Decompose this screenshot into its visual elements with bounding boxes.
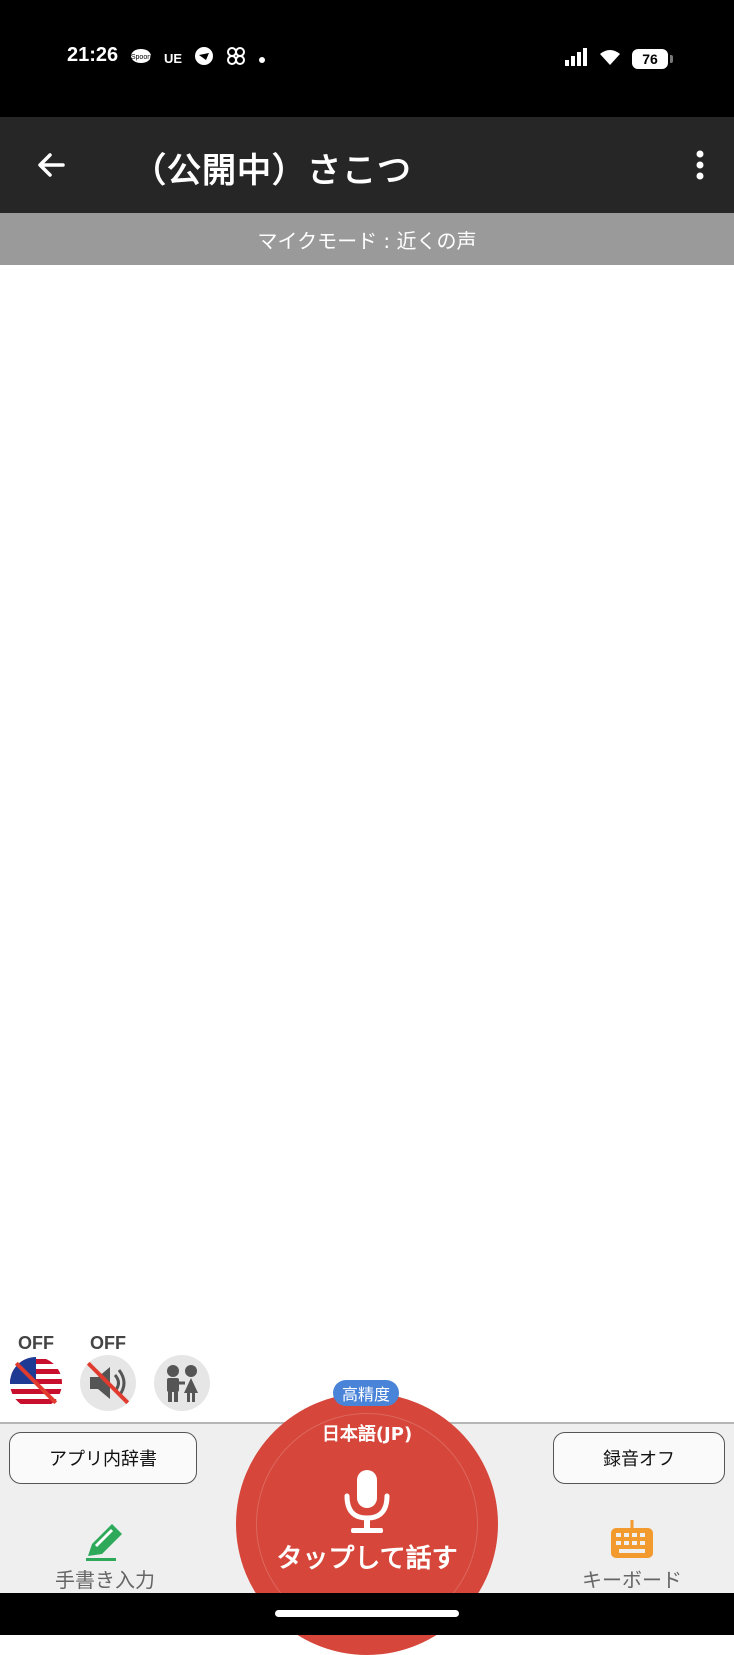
svg-text:Spoon: Spoon bbox=[131, 54, 151, 61]
mic-mode-bar[interactable]: マイクモード : 近くの声 bbox=[0, 213, 734, 265]
spoon-app-icon: Spoon bbox=[130, 48, 152, 68]
arrow-left-icon bbox=[38, 153, 65, 177]
back-button[interactable] bbox=[28, 142, 74, 188]
speaker-toggle-label: OFF bbox=[90, 1333, 126, 1353]
home-indicator[interactable] bbox=[275, 1610, 459, 1617]
recording-off-button[interactable]: 録音オフ bbox=[553, 1432, 725, 1484]
kids-icon bbox=[154, 1355, 210, 1411]
microphone-icon bbox=[344, 1470, 390, 1533]
dictionary-button[interactable]: アプリ内辞書 bbox=[9, 1432, 197, 1484]
more-vertical-icon bbox=[696, 150, 704, 180]
keyboard-button[interactable]: キーボード bbox=[572, 1518, 692, 1593]
app-bar: （公開中）さこつ bbox=[0, 117, 734, 213]
wifi-icon bbox=[598, 48, 622, 70]
status-time: 21:26 bbox=[67, 44, 119, 66]
precision-badge: 高精度 bbox=[333, 1380, 399, 1406]
translate-toggle[interactable]: OFF bbox=[8, 1333, 64, 1411]
ue-app-icon: UE bbox=[164, 50, 183, 66]
fan-app-icon bbox=[226, 46, 246, 70]
us-flag-icon bbox=[8, 1355, 64, 1411]
kids-mode-toggle[interactable] bbox=[154, 1333, 210, 1411]
signal-icon bbox=[564, 48, 588, 70]
transcript-area[interactable] bbox=[0, 265, 734, 1325]
keyboard-label: キーボード bbox=[582, 1568, 682, 1592]
speaker-muted-icon bbox=[80, 1355, 136, 1411]
page-title: （公開中）さこつ bbox=[132, 151, 412, 191]
translate-toggle-label: OFF bbox=[18, 1333, 54, 1353]
more-options-button[interactable] bbox=[680, 142, 720, 188]
speaker-toggle[interactable]: OFF bbox=[80, 1333, 136, 1411]
system-nav-bar bbox=[0, 1593, 734, 1635]
status-right: 76 bbox=[564, 45, 673, 73]
pencil-icon bbox=[86, 1524, 122, 1561]
chat-app-icon bbox=[194, 46, 214, 70]
dot-indicator bbox=[258, 49, 266, 68]
battery-icon: 76 bbox=[632, 49, 673, 69]
status-bar: 21:26 Spoon UE 76 bbox=[0, 0, 734, 117]
handwriting-label: 手書き入力 bbox=[55, 1568, 155, 1592]
handwriting-button[interactable]: 手書き入力 bbox=[50, 1518, 160, 1593]
status-left-icons: Spoon UE bbox=[130, 44, 266, 72]
tap-to-speak-label: タップして話す bbox=[276, 1544, 458, 1574]
language-label: 日本語(JP) bbox=[321, 1424, 413, 1445]
keyboard-icon bbox=[611, 1520, 653, 1558]
